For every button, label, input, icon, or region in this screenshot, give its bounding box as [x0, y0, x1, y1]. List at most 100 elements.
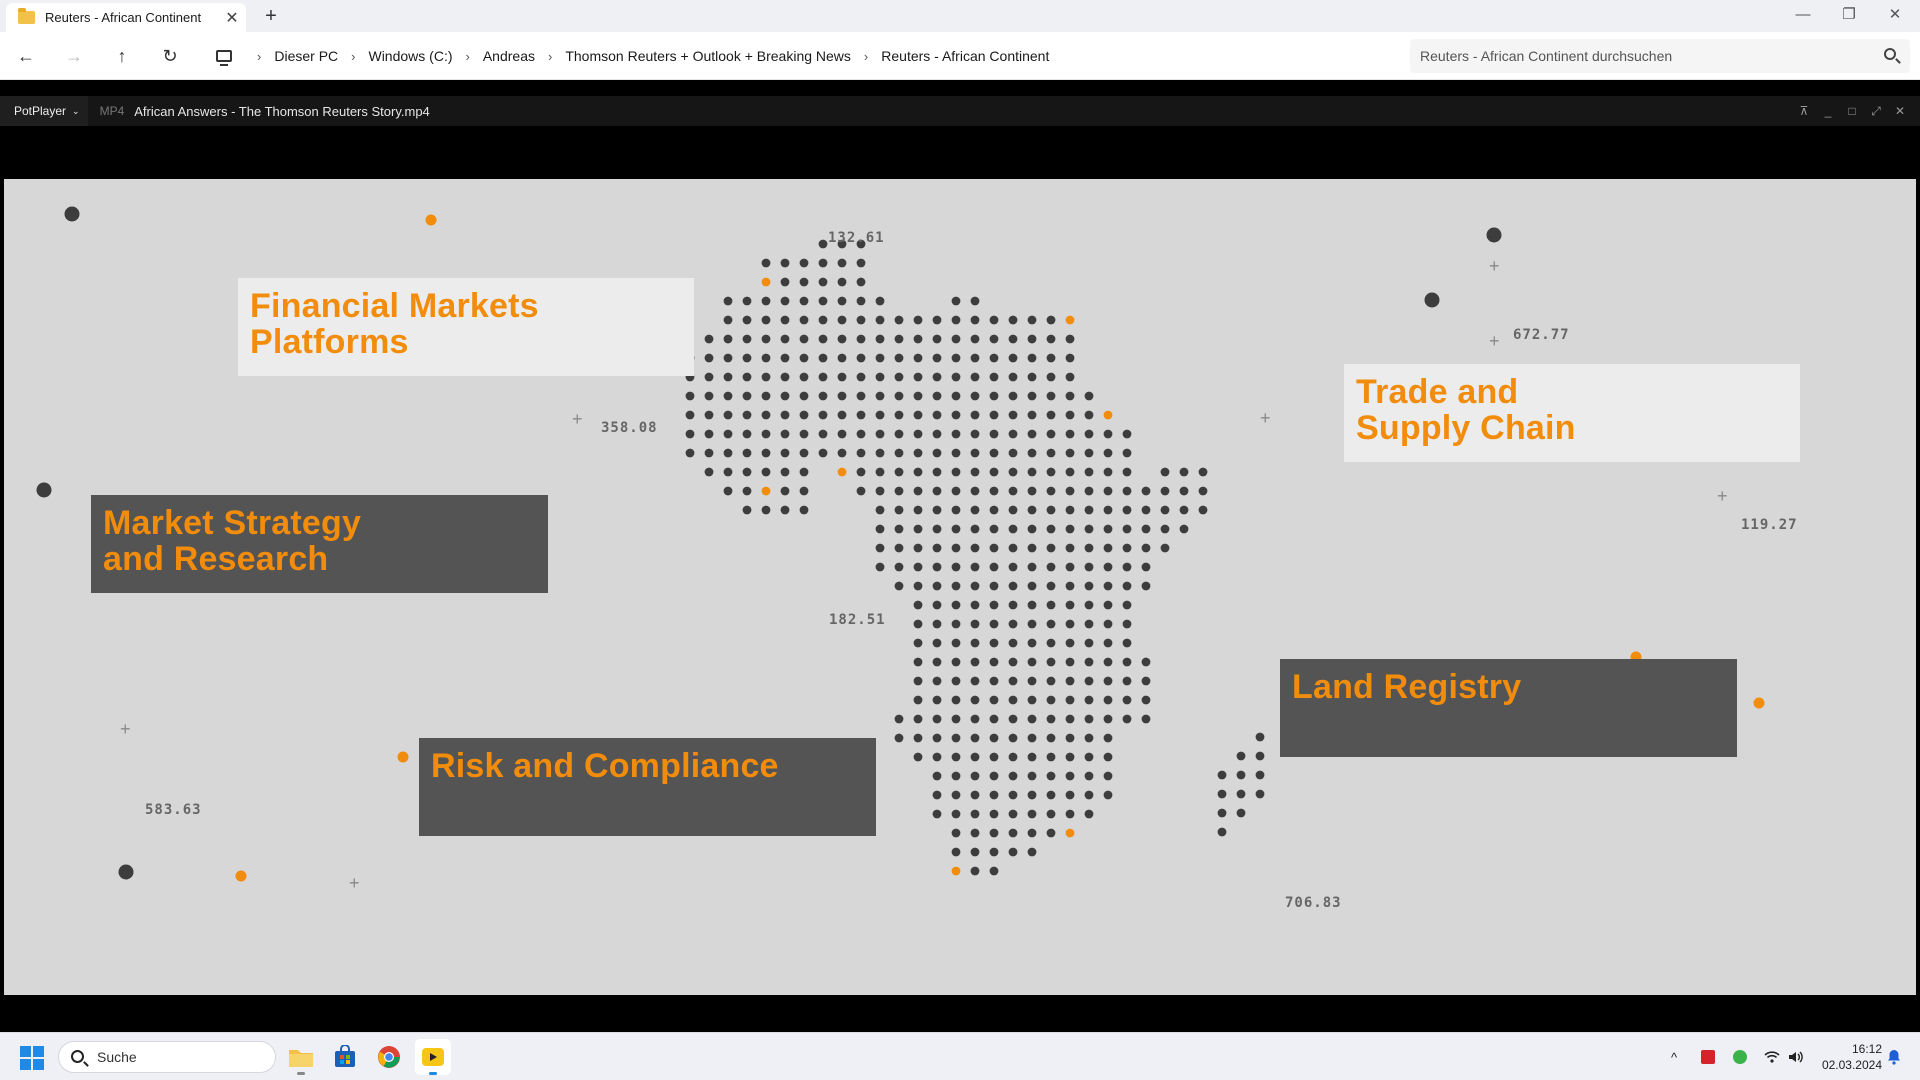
security-tray-icon[interactable]	[1730, 1047, 1750, 1067]
player-maximize-button[interactable]: □	[1840, 96, 1864, 126]
taskbar-search-input[interactable]: Suche	[58, 1041, 276, 1073]
map-dot	[951, 676, 961, 686]
player-close-button[interactable]: ✕	[1888, 96, 1912, 126]
map-dot	[1103, 429, 1113, 439]
map-dot	[761, 410, 771, 420]
map-dot	[951, 315, 961, 325]
map-dot	[1141, 714, 1151, 724]
data-number: 706.83	[1285, 895, 1342, 911]
taskbar-clock[interactable]: 16:12 02.03.2024	[1812, 1041, 1882, 1073]
breadcrumb-separator[interactable]: ›	[257, 49, 261, 64]
map-dot	[875, 296, 885, 306]
tray-overflow-chevron-icon[interactable]: ^	[1664, 1047, 1684, 1067]
chrome-icon[interactable]	[371, 1039, 407, 1075]
map-dot	[875, 391, 885, 401]
notification-bell-icon[interactable]	[1884, 1047, 1904, 1067]
map-dot	[913, 467, 923, 477]
map-dot	[1122, 714, 1132, 724]
window-minimize-button[interactable]: —	[1780, 0, 1826, 32]
forward-button[interactable]: →	[58, 42, 90, 70]
map-dot	[894, 524, 904, 534]
refresh-button[interactable]: ↻	[154, 42, 186, 70]
map-dot	[1027, 714, 1037, 724]
label-financial-markets-line2: Platforms	[250, 323, 409, 361]
map-dot	[1008, 676, 1018, 686]
map-dot	[951, 429, 961, 439]
windows-start-icon[interactable]	[20, 1046, 44, 1070]
map-dot	[1046, 676, 1056, 686]
potplayer-icon[interactable]	[415, 1039, 451, 1075]
breadcrumb-separator[interactable]: ›	[548, 49, 552, 64]
acrobat-tray-icon[interactable]	[1698, 1047, 1718, 1067]
map-dot	[1046, 448, 1056, 458]
window-close-button[interactable]: ✕	[1872, 0, 1918, 32]
map-dot	[970, 828, 980, 838]
map-dot	[1103, 619, 1113, 629]
breadcrumb-item-andreas[interactable]: Andreas	[483, 48, 535, 64]
map-dot	[970, 467, 980, 477]
decor-dot-large	[118, 864, 134, 880]
wifi-icon[interactable]	[1762, 1047, 1782, 1067]
map-dot	[1141, 676, 1151, 686]
map-dot	[1027, 410, 1037, 420]
map-dot	[989, 429, 999, 439]
map-dot	[1027, 353, 1037, 363]
map-dot	[989, 866, 999, 876]
plus-marker: +	[349, 873, 360, 893]
video-frame[interactable]: Financial Markets Platforms Trade and Su…	[4, 179, 1916, 995]
breadcrumb-item-dieser-pc[interactable]: Dieser PC	[274, 48, 338, 64]
potplayer-menu-button[interactable]: PotPlayer ⌄	[0, 96, 88, 126]
map-dot	[704, 391, 714, 401]
map-dot	[1065, 676, 1075, 686]
file-explorer-icon[interactable]	[283, 1039, 319, 1075]
breadcrumb-separator[interactable]: ›	[864, 49, 868, 64]
breadcrumb-item-windows-c[interactable]: Windows (C:)	[368, 48, 452, 64]
clock-date: 02.03.2024	[1821, 1058, 1882, 1072]
map-dot	[837, 429, 847, 439]
map-dot	[704, 372, 714, 382]
pin-icon[interactable]: ⊼	[1792, 96, 1816, 126]
label-risk-compliance: Risk and Compliance	[419, 738, 876, 836]
map-dot	[856, 467, 866, 477]
tab-close-icon[interactable]: ✕	[218, 8, 246, 28]
breadcrumb-separator[interactable]: ›	[351, 49, 355, 64]
explorer-tab[interactable]: Reuters - African Continent ✕	[6, 3, 246, 32]
map-dot	[704, 448, 714, 458]
map-dot	[1103, 543, 1113, 553]
folder-search-input[interactable]: Reuters - African Continent durchsuchen	[1410, 39, 1910, 73]
map-dot	[1065, 429, 1075, 439]
map-dot	[799, 372, 809, 382]
breadcrumb-separator[interactable]: ›	[466, 49, 470, 64]
back-button[interactable]: ←	[10, 42, 42, 70]
map-dot	[837, 277, 847, 287]
map-dot	[1084, 695, 1094, 705]
map-dot	[1084, 448, 1094, 458]
player-fullscreen-button[interactable]: ⤢	[1864, 96, 1888, 126]
new-tab-button[interactable]: +	[258, 4, 284, 28]
speaker-icon[interactable]	[1786, 1047, 1806, 1067]
map-dot	[780, 448, 790, 458]
map-dot	[989, 847, 999, 857]
map-dot	[1122, 448, 1132, 458]
up-button[interactable]: ↑	[106, 42, 138, 70]
breadcrumb-item-thomson-reuters[interactable]: Thomson Reuters + Outlook + Breaking New…	[565, 48, 851, 64]
breadcrumb-item-african-continent[interactable]: Reuters - African Continent	[881, 48, 1049, 64]
computer-icon[interactable]	[216, 50, 232, 66]
microsoft-store-icon[interactable]	[327, 1039, 363, 1075]
map-dot	[894, 543, 904, 553]
window-restore-button[interactable]: ❐	[1826, 0, 1872, 32]
map-dot	[837, 315, 847, 325]
map-dot	[894, 429, 904, 439]
map-dot	[894, 448, 904, 458]
map-dot	[1084, 752, 1094, 762]
map-dot	[970, 296, 980, 306]
map-dot	[1027, 638, 1037, 648]
search-icon[interactable]	[1884, 48, 1896, 60]
label-trade-supply-chain: Trade and Supply Chain	[1344, 364, 1800, 462]
map-dot	[818, 410, 828, 420]
map-dot	[1027, 733, 1037, 743]
map-dot	[780, 391, 790, 401]
player-minimize-button[interactable]: _	[1816, 96, 1840, 126]
map-dot	[951, 847, 961, 857]
data-number: 583.63	[145, 802, 202, 818]
